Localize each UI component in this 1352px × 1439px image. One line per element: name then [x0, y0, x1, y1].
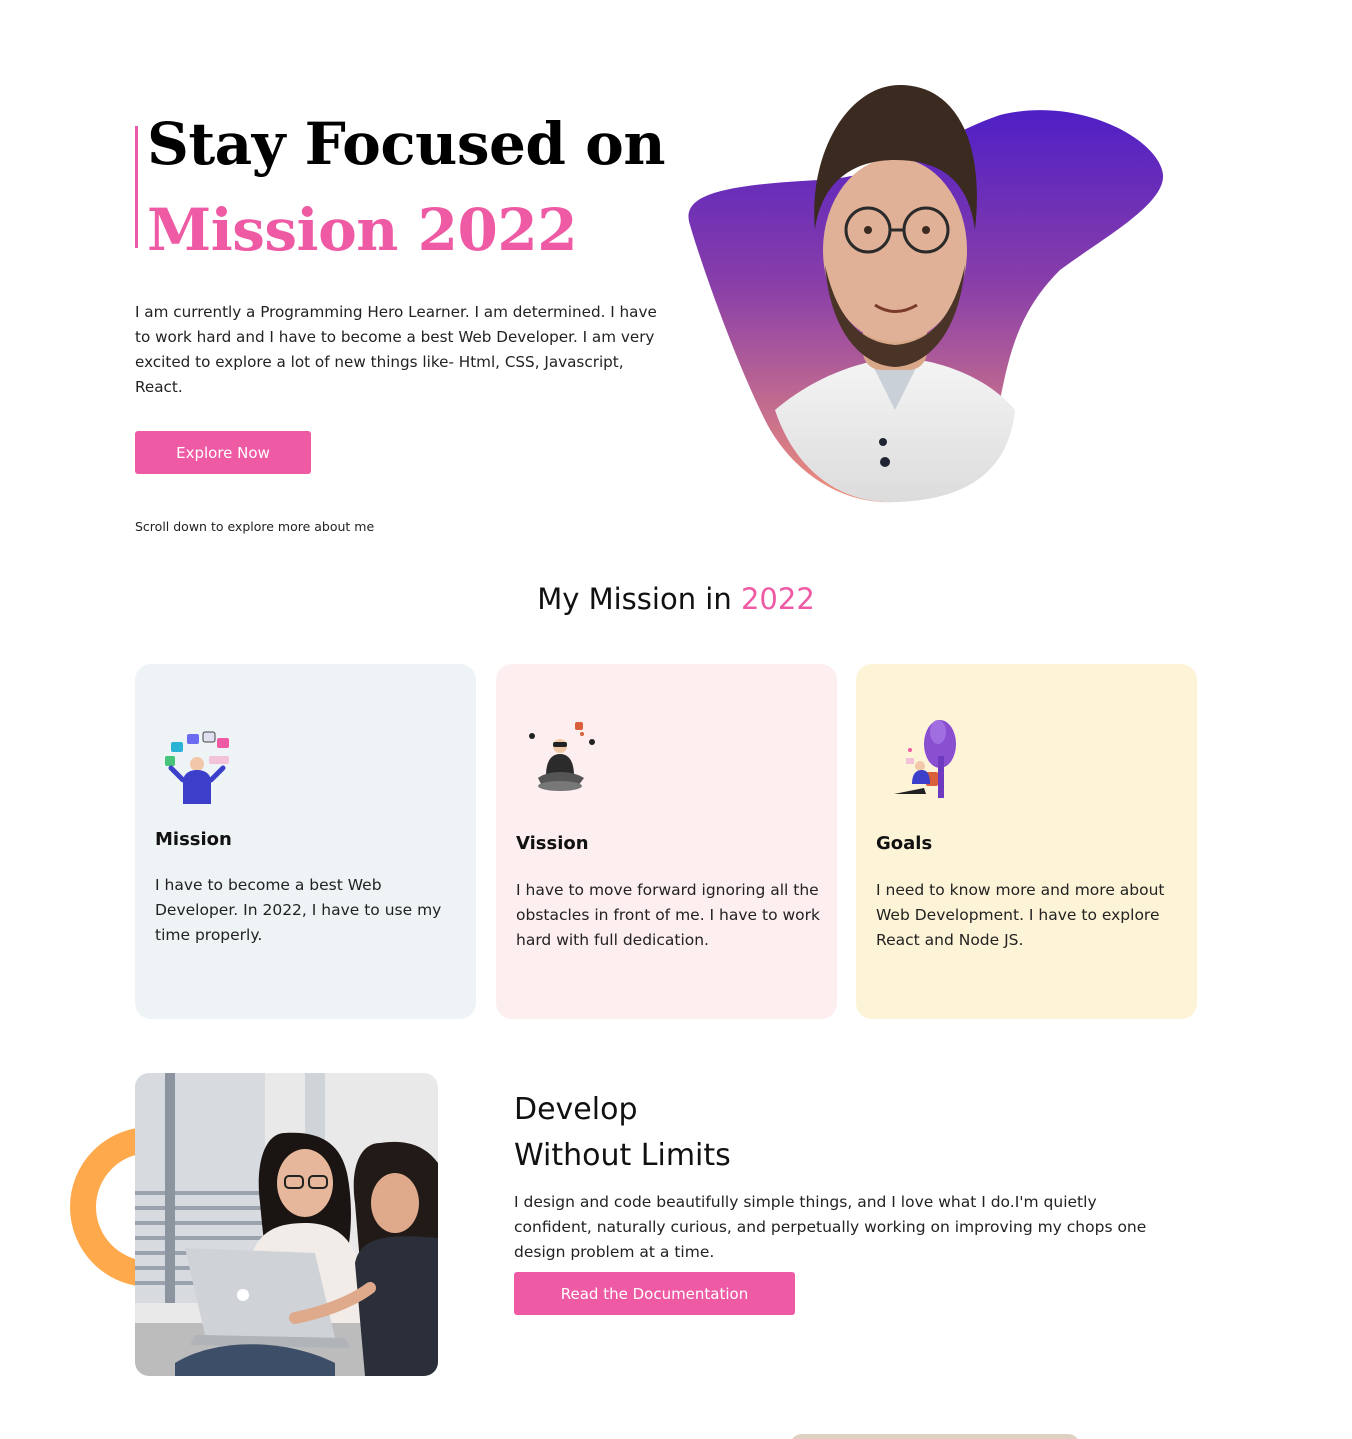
students-laptop-photo [135, 1073, 438, 1376]
card-title: Vission [516, 833, 589, 854]
develop-title-line2: Without Limits [514, 1138, 731, 1173]
juggling-apps-icon [165, 731, 229, 804]
mission-card: Mission I have to become a best Web Deve… [135, 664, 476, 1019]
card-text: I need to know more and more about Web D… [876, 881, 1165, 949]
develop-title-line1: Develop [514, 1092, 638, 1127]
hero-title: Stay Focused on [147, 110, 665, 178]
vr-meditation-icon [529, 722, 595, 791]
card-title: Mission [155, 829, 232, 850]
hero-description: I am currently a Programming Hero Learne… [135, 303, 657, 396]
hero-portrait-image [688, 85, 1164, 503]
mission-section-title: My Mission in 2022 [0, 582, 1352, 616]
card-text: I have to become a best Web Developer. I… [155, 876, 442, 944]
vision-card: Vission I have to move forward ignoring … [496, 664, 837, 1019]
scroll-hint: Scroll down to explore more about me [135, 519, 375, 534]
reading-under-tree-icon [894, 720, 956, 798]
mission-title-prefix: My Mission in [537, 582, 732, 616]
explore-now-button[interactable]: Explore Now [135, 431, 311, 474]
hero-title-highlight: Mission 2022 [147, 196, 578, 264]
card-title: Goals [876, 833, 933, 854]
goals-card: Goals I need to know more and more about… [856, 664, 1197, 1019]
develop-title: Develop Without Limits [514, 1087, 731, 1179]
develop-description: I design and code beautifully simple thi… [514, 1193, 1147, 1261]
next-section-image-edge [790, 1434, 1080, 1439]
mission-title-year: 2022 [740, 582, 815, 616]
hero-accent-bar [135, 126, 138, 248]
card-text: I have to move forward ignoring all the … [516, 881, 821, 949]
read-documentation-button[interactable]: Read the Documentation [514, 1272, 795, 1315]
